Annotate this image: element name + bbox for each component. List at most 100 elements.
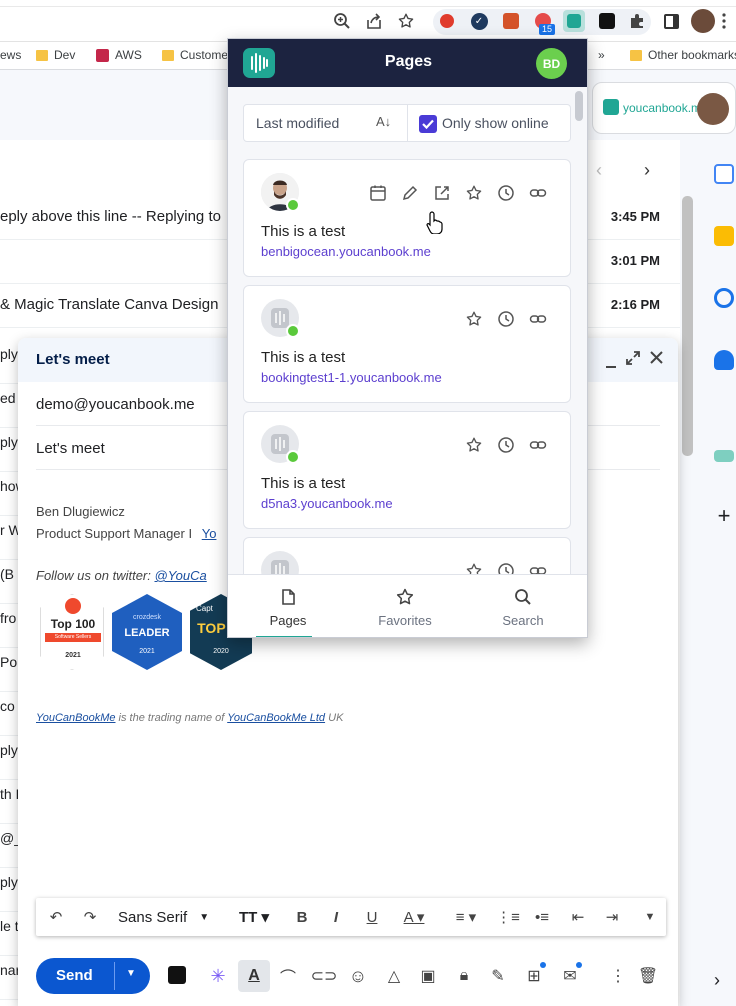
bookmark-dev[interactable]: Dev [36, 48, 75, 62]
profile-avatar[interactable] [691, 9, 715, 33]
message-snippet[interactable]: ply [0, 428, 18, 472]
attach-icon[interactable]: ⌒ [278, 966, 298, 987]
edit-pencil-icon[interactable] [400, 183, 420, 203]
expand-rail-icon[interactable]: › [714, 970, 734, 990]
favorite-star-icon[interactable] [464, 183, 484, 203]
only-online-checkbox[interactable] [419, 115, 437, 133]
history-clock-icon[interactable] [496, 183, 516, 203]
page-url-link[interactable]: bookingtest1-1.youcanbook.me [261, 370, 442, 385]
redo-icon[interactable]: ↷ [80, 907, 100, 927]
puzzle-extensions-icon[interactable] [627, 11, 647, 31]
numbered-list-icon[interactable]: ⋮≡ [496, 907, 520, 927]
message-snippet[interactable]: le t [0, 912, 18, 956]
formatting-options-icon[interactable]: A [238, 960, 270, 992]
favorite-star-icon[interactable] [464, 435, 484, 455]
bullet-list-icon[interactable]: •≡ [532, 907, 552, 927]
font-select[interactable]: Sans Serif ▼ [118, 907, 228, 927]
page-url-link[interactable]: benbigocean.youcanbook.me [261, 244, 431, 259]
page-url-link[interactable]: d5na3.youcanbook.me [261, 496, 393, 511]
emoji-icon[interactable]: ☺ [348, 966, 368, 986]
underline-icon[interactable]: U [362, 907, 382, 927]
history-clock-icon[interactable] [496, 435, 516, 455]
tab-search[interactable]: Search [463, 575, 583, 637]
fullscreen-icon[interactable] [626, 351, 640, 365]
tab-favorites[interactable]: Favorites [345, 575, 465, 637]
favorite-star-icon[interactable] [464, 309, 484, 329]
add-addon-icon[interactable]: + [714, 505, 734, 527]
check-extension-icon[interactable]: ✓ [469, 11, 489, 31]
tasks-icon[interactable] [714, 288, 734, 308]
next-page-icon[interactable]: › [644, 160, 650, 181]
copy-link-icon[interactable] [528, 309, 548, 329]
message-snippet[interactable]: th H [0, 780, 18, 824]
indent-more-icon[interactable]: ⇥ [602, 907, 622, 927]
notification-extension-icon[interactable]: 15 [533, 11, 556, 35]
ycbm-rail-icon[interactable] [714, 450, 734, 462]
bold-icon[interactable]: B [292, 907, 312, 927]
message-snippet[interactable]: ply [0, 736, 18, 780]
keep-icon[interactable] [714, 226, 734, 246]
close-icon[interactable] [650, 351, 663, 364]
message-snippet[interactable]: ed [0, 384, 18, 428]
message-snippet[interactable]: co [0, 692, 18, 736]
message-snippet[interactable]: ply [0, 340, 18, 384]
message-snippet[interactable]: @_ [0, 824, 18, 868]
text-color-icon[interactable]: A ▾ [396, 907, 432, 927]
text-size-icon[interactable]: TT ▾ [234, 907, 274, 927]
youcanbookme-sidebar-badge[interactable]: youcanbook.me [592, 82, 736, 134]
popup-scrollbar[interactable] [575, 91, 583, 121]
confidential-lock-icon[interactable]: 🔒︎ [454, 966, 474, 986]
message-snippet[interactable]: (B [0, 560, 18, 604]
side-panel-icon[interactable] [661, 11, 681, 31]
history-clock-icon[interactable] [496, 309, 516, 329]
popup-user-avatar[interactable]: BD [536, 48, 567, 79]
message-snippet[interactable]: ply [0, 868, 18, 912]
align-icon[interactable]: ≡ ▾ [448, 907, 484, 927]
open-external-icon[interactable] [432, 183, 452, 203]
page-card[interactable]: This is a test bookingtest1-1.youcanbook.… [243, 285, 571, 403]
contacts-icon[interactable] [714, 350, 734, 370]
layouts-icon[interactable]: ⊞ [524, 962, 546, 986]
more-formatting-icon[interactable]: ▼ [640, 907, 660, 927]
link-icon[interactable]: ⊂⊃ [311, 966, 338, 986]
prev-page-icon[interactable]: ‹ [596, 160, 602, 181]
more-options-icon[interactable]: ⋮ [608, 966, 628, 986]
undo-icon[interactable]: ↶ [46, 907, 66, 927]
signature-pen-icon[interactable]: ✎ [488, 966, 508, 986]
square-extension-icon[interactable] [597, 11, 617, 31]
chrome-menu-icon[interactable] [720, 11, 728, 31]
minimize-icon[interactable] [606, 366, 616, 368]
notion-icon[interactable] [168, 966, 186, 984]
message-snippet[interactable]: Po [0, 648, 18, 692]
youcanbookme-extension-icon[interactable] [563, 10, 585, 32]
ai-sparkle-icon[interactable]: ✳ [208, 966, 228, 986]
twitter-link[interactable]: @YouCa [155, 568, 207, 583]
bookmark-aws[interactable]: AWS [96, 48, 142, 62]
bookmarks-overflow[interactable]: » [598, 48, 605, 62]
photo-icon[interactable]: ▣ [418, 966, 438, 986]
footer-link-ltd[interactable]: YouCanBookMe Ltd [227, 712, 325, 724]
signature-link[interactable]: Yo [202, 526, 217, 541]
message-snippet[interactable]: how [0, 472, 18, 516]
calendar-icon[interactable] [714, 164, 734, 184]
message-snippet[interactable]: nar [0, 956, 18, 1000]
template-mail-icon[interactable]: ✉ [560, 962, 582, 986]
share-icon[interactable] [364, 11, 384, 31]
bookmark-other[interactable]: Other bookmarks [630, 48, 736, 62]
italic-icon[interactable]: I [326, 907, 346, 927]
copy-link-icon[interactable] [528, 183, 548, 203]
page-card[interactable]: This is a test benbigocean.youcanbook.me [243, 159, 571, 277]
bookmark-star-icon[interactable] [396, 11, 416, 31]
footer-link-ycbm[interactable]: YouCanBookMe [36, 712, 116, 724]
message-snippet[interactable]: fro [0, 604, 18, 648]
page-card[interactable]: This is a test d5na3.youcanbook.me [243, 411, 571, 529]
bookmark-custome[interactable]: Custome [162, 48, 228, 62]
tomato-extension-icon[interactable] [437, 11, 457, 31]
send-button[interactable]: Send ▼ [36, 958, 150, 994]
bars-extension-icon[interactable] [501, 11, 521, 31]
list-scrollbar[interactable] [682, 196, 693, 456]
bookmark-news[interactable]: ews [0, 48, 21, 62]
drive-icon[interactable]: △ [384, 966, 404, 986]
sort-select[interactable]: Last modified A↓ [244, 105, 408, 141]
discard-trash-icon[interactable]: 🗑︎ [638, 966, 658, 986]
